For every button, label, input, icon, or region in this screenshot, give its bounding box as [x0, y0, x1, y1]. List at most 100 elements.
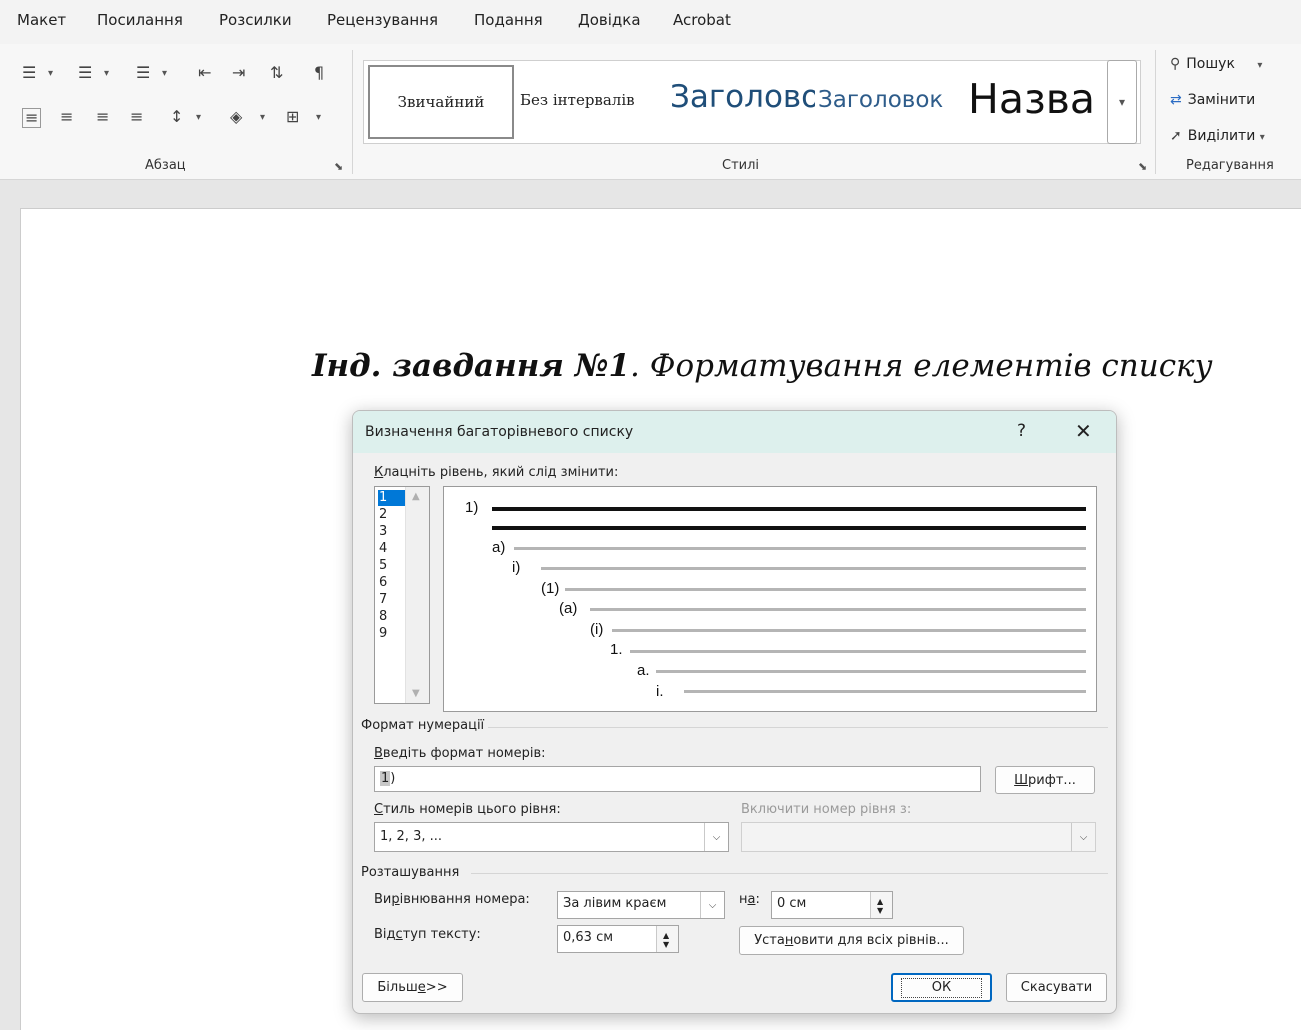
- menu-help[interactable]: Довідка: [578, 11, 641, 29]
- ok-button[interactable]: ОК: [891, 973, 992, 1002]
- replace-button[interactable]: ⇄ Замінити: [1170, 92, 1255, 108]
- at-label: на:: [739, 892, 760, 907]
- align-left-icon[interactable]: ≡: [22, 108, 42, 128]
- line-spacing-dropdown-icon[interactable]: ▾: [196, 112, 201, 123]
- menu-layout[interactable]: Макет: [17, 11, 66, 29]
- menu-references[interactable]: Посилання: [97, 11, 183, 29]
- increase-indent-icon[interactable]: ⇥: [232, 64, 245, 82]
- level-item[interactable]: 9: [378, 626, 406, 642]
- level-item[interactable]: 2: [378, 507, 406, 523]
- close-icon[interactable]: ✕: [1075, 419, 1092, 443]
- align-right-icon[interactable]: ≡: [96, 108, 109, 126]
- replace-label: Замінити: [1187, 92, 1256, 108]
- level-item[interactable]: 5: [378, 558, 406, 574]
- level-item[interactable]: 6: [378, 575, 406, 591]
- number-style-select[interactable]: 1, 2, 3, ... ⌵: [374, 822, 729, 852]
- format-value-number: 1: [380, 771, 391, 786]
- line-spacing-icon[interactable]: ↕: [170, 108, 183, 126]
- spinner-buttons[interactable]: ▲ ▼: [870, 892, 892, 918]
- number-style-accel: С: [374, 802, 384, 817]
- numbering-icon[interactable]: ☰: [78, 64, 92, 82]
- styles-gallery: Звичайний Без інтервалів Заголово Заголо…: [363, 60, 1141, 144]
- level-scrollbar[interactable]: ▲ ▼: [405, 487, 429, 703]
- at-text-b: :: [755, 892, 760, 907]
- position-section-label: Розташування: [361, 865, 460, 880]
- show-formatting-icon[interactable]: ¶: [314, 64, 324, 82]
- indent-value: 0,63 см: [563, 930, 614, 945]
- help-icon[interactable]: ?: [1017, 421, 1026, 441]
- section-divider: [488, 727, 1108, 728]
- scroll-up-icon[interactable]: ▲: [412, 491, 420, 502]
- sort-icon[interactable]: ⇅: [270, 64, 283, 82]
- alignment-select[interactable]: За лівим краєм ⌵: [557, 891, 725, 919]
- spin-down-icon[interactable]: ▼: [877, 907, 883, 915]
- style-heading-1[interactable]: Заголово: [670, 79, 815, 115]
- styles-more-icon[interactable]: ▾: [1107, 60, 1137, 144]
- align-center-icon[interactable]: ≡: [60, 108, 73, 126]
- level-item[interactable]: 8: [378, 609, 406, 625]
- group-separator: [1155, 50, 1156, 174]
- heading-bold-part: Інд. завдання №1: [312, 348, 631, 384]
- indent-spinner[interactable]: 0,63 см ▲ ▼: [557, 925, 679, 953]
- numbering-dropdown-icon[interactable]: ▾: [104, 68, 109, 79]
- find-dropdown-icon: ▾: [1257, 60, 1263, 71]
- indent-accel: с: [395, 927, 403, 942]
- level-item[interactable]: 1: [378, 490, 406, 506]
- style-title[interactable]: Назва: [968, 75, 1095, 123]
- indent-text-b: туп тексту:: [402, 927, 481, 942]
- level-list[interactable]: 1 2 3 4 5 6 7 8 9 ▲ ▼: [374, 486, 430, 704]
- select-button[interactable]: ➚ Виділити ▾: [1170, 128, 1265, 144]
- level-item[interactable]: 4: [378, 541, 406, 557]
- menu-view[interactable]: Подання: [474, 11, 543, 29]
- chevron-down-icon[interactable]: ⌵: [704, 823, 728, 851]
- spin-up-icon[interactable]: ▲: [877, 898, 883, 906]
- spin-down-icon[interactable]: ▼: [663, 941, 669, 949]
- shading-dropdown-icon[interactable]: ▾: [260, 112, 265, 123]
- paragraph-launcher-icon[interactable]: ⬊: [334, 160, 343, 173]
- borders-icon[interactable]: ⊞: [286, 108, 299, 126]
- font-button-accel: Ш: [1014, 772, 1029, 788]
- level-item[interactable]: 3: [378, 524, 406, 540]
- alignment-value: За лівим краєм: [563, 896, 667, 911]
- menu-acrobat[interactable]: Acrobat: [673, 11, 731, 29]
- font-button[interactable]: Шрифт...: [995, 766, 1095, 794]
- borders-dropdown-icon[interactable]: ▾: [316, 112, 321, 123]
- preview-line: [684, 690, 1086, 693]
- preview-line: [590, 608, 1086, 611]
- select-dropdown-icon: ▾: [1259, 132, 1265, 143]
- spin-up-icon[interactable]: ▲: [663, 932, 669, 940]
- more-button[interactable]: Більш е >>: [362, 973, 463, 1002]
- number-format-input[interactable]: 1): [374, 766, 981, 792]
- enter-format-text: ведіть формат номерів:: [382, 746, 546, 761]
- justify-icon[interactable]: ≡: [130, 108, 143, 126]
- shading-icon[interactable]: ◈: [230, 108, 242, 126]
- style-no-spacing[interactable]: Без інтервалів: [520, 91, 635, 109]
- include-level-select: ⌵: [741, 822, 1096, 852]
- alignment-text-b: івнювання номера:: [399, 892, 530, 907]
- multilevel-list-icon[interactable]: ☰: [136, 64, 150, 82]
- set-for-all-levels-button[interactable]: Уста н овити для всіх рівнів...: [739, 926, 964, 955]
- styles-launcher-icon[interactable]: ⬊: [1138, 160, 1147, 173]
- bullets-icon[interactable]: ☰: [22, 64, 36, 82]
- scroll-down-icon[interactable]: ▼: [412, 688, 420, 699]
- style-heading-2[interactable]: Заголовок: [818, 87, 943, 113]
- multilevel-dropdown-icon[interactable]: ▾: [162, 68, 167, 79]
- bullets-dropdown-icon[interactable]: ▾: [48, 68, 53, 79]
- decrease-indent-icon[interactable]: ⇤: [198, 64, 211, 82]
- include-level-label: Включити номер рівня з:: [741, 802, 912, 817]
- group-separator: [352, 50, 353, 174]
- style-normal[interactable]: Звичайний: [368, 65, 514, 139]
- level-item[interactable]: 7: [378, 592, 406, 608]
- chevron-down-icon[interactable]: ⌵: [700, 892, 724, 918]
- chevron-down-icon: ⌵: [1071, 823, 1095, 851]
- spinner-buttons[interactable]: ▲ ▼: [656, 926, 678, 952]
- preview-number: (1): [541, 580, 560, 597]
- at-spinner[interactable]: 0 см ▲ ▼: [771, 891, 893, 919]
- section-divider: [471, 873, 1108, 874]
- menu-review[interactable]: Рецензування: [327, 11, 438, 29]
- preview-number: (i): [590, 621, 604, 638]
- find-button[interactable]: ⚲ Пошук ▾: [1170, 56, 1262, 72]
- dialog-titlebar[interactable]: Визначення багаторівневого списку ? ✕: [353, 411, 1116, 453]
- menu-mailings[interactable]: Розсилки: [219, 11, 292, 29]
- cancel-button[interactable]: Скасувати: [1006, 973, 1107, 1002]
